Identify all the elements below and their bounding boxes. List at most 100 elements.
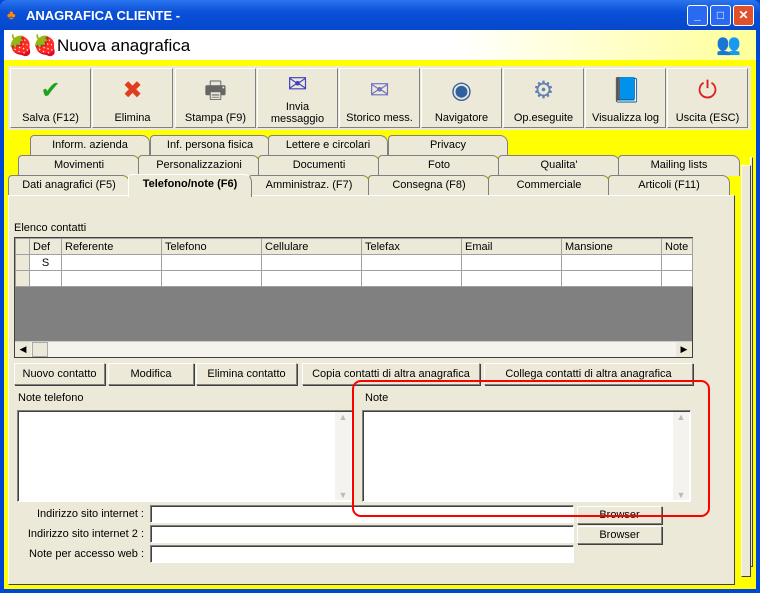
- toolbar-button-label: Op.eseguite: [513, 112, 574, 124]
- table-cell[interactable]: [561, 254, 662, 271]
- toolbar-button-label: Navigatore: [434, 112, 489, 124]
- table-row[interactable]: S: [15, 254, 693, 271]
- tab-personalizzazioni[interactable]: Personalizzazioni: [138, 155, 260, 176]
- table-cell[interactable]: [361, 254, 462, 271]
- toolbar-button-7[interactable]: 📘 Visualizza log: [585, 68, 666, 128]
- browser-button-2[interactable]: Browser: [577, 526, 662, 544]
- column-header[interactable]: Def: [29, 238, 62, 255]
- toolbar-button-label: Salva (F12): [22, 112, 79, 124]
- page-title: Nuova anagrafica: [57, 36, 191, 55]
- delete-contact-button[interactable]: Elimina contatto: [196, 363, 297, 385]
- toolbar-button-4[interactable]: ✉ Storico mess.: [339, 68, 420, 128]
- printer-icon: 🖶: [204, 77, 227, 104]
- toolbar-button-3[interactable]: ✉ Invia messaggio: [257, 68, 338, 128]
- column-header[interactable]: Telefax: [361, 238, 462, 255]
- column-header[interactable]: Email: [461, 238, 562, 255]
- table-cell[interactable]: [261, 270, 362, 287]
- table-cell[interactable]: [29, 270, 62, 287]
- toolbar-button-8[interactable]: ⏻ Uscita (ESC): [667, 68, 748, 128]
- tab-telefono-note-f6[interactable]: Telefono/note (F6): [128, 174, 252, 197]
- close-button[interactable]: ✕: [733, 5, 754, 26]
- table-cell[interactable]: [15, 270, 30, 287]
- website2-input[interactable]: [150, 525, 574, 543]
- toolbar-button-label: Uscita (ESC): [675, 112, 740, 124]
- table-cell[interactable]: [261, 254, 362, 271]
- toolbar-button-label: Invia messaggio: [270, 101, 325, 125]
- website-label: Indirizzo sito internet :: [37, 508, 144, 520]
- tab-privacy[interactable]: Privacy: [388, 135, 508, 156]
- table-row-new[interactable]: [15, 270, 693, 287]
- tab-documenti[interactable]: Documenti: [258, 155, 380, 176]
- toolbar-button-label: Visualizza log: [591, 112, 660, 124]
- toolbar-button-label: Stampa (F9): [184, 112, 247, 124]
- tab-amministraz-f7[interactable]: Amministraz. (F7): [248, 175, 370, 196]
- new-contact-button[interactable]: Nuovo contatto: [14, 363, 105, 385]
- table-cell[interactable]: [61, 254, 162, 271]
- toolbar-button-label: Storico mess.: [346, 112, 413, 124]
- strawberry-logo-icon: 🍓🍓: [8, 35, 58, 57]
- page-stack: [741, 165, 751, 577]
- app-icon: ♣: [7, 7, 16, 22]
- column-header[interactable]: Cellulare: [261, 238, 362, 255]
- column-header[interactable]: Mansione: [561, 238, 662, 255]
- horizontal-scrollbar[interactable]: ◀ ▶: [15, 341, 692, 357]
- envelope-search-icon: ✉: [369, 77, 390, 104]
- table-cell[interactable]: S: [29, 254, 62, 271]
- minimize-button[interactable]: _: [687, 5, 708, 26]
- web-access-notes-label: Note per accesso web :: [29, 548, 144, 560]
- table-cell[interactable]: [561, 270, 662, 287]
- phone-notes-label: Note telefono: [18, 392, 84, 404]
- row-indicator-header: [15, 238, 30, 255]
- tab-qualita[interactable]: Qualita': [498, 155, 620, 176]
- toolbar-button-0[interactable]: ✔ Salva (F12): [10, 68, 91, 128]
- tab-foto[interactable]: Foto: [378, 155, 500, 176]
- power-icon: ⏻: [698, 77, 717, 104]
- column-header[interactable]: Referente: [61, 238, 162, 255]
- table-cell[interactable]: [461, 254, 562, 271]
- maximize-button[interactable]: □: [710, 5, 731, 26]
- contacts-grid[interactable]: Def Referente Telefono Cellulare Telefax Emai…: [14, 237, 693, 358]
- toolbar-button-6[interactable]: ⚙ Op.eseguite: [503, 68, 584, 128]
- website2-label: Indirizzo sito internet 2 :: [27, 528, 144, 540]
- table-cell[interactable]: [361, 270, 462, 287]
- highlight-annotation: [352, 380, 710, 517]
- scroll-right-icon[interactable]: ▶: [676, 342, 692, 357]
- tab-inf-persona-fisica[interactable]: Inf. persona fisica: [150, 135, 270, 156]
- book-search-icon: 📘: [611, 77, 642, 104]
- column-header[interactable]: Note: [661, 238, 693, 255]
- tab-mailing-lists[interactable]: Mailing lists: [618, 155, 740, 176]
- window-title: ANAGRAFICA CLIENTE -: [26, 8, 181, 23]
- column-header[interactable]: Telefono: [161, 238, 262, 255]
- check-icon: ✔: [40, 77, 61, 104]
- toolbar-button-2[interactable]: 🖶 Stampa (F9): [175, 68, 256, 128]
- x-icon: ✖: [122, 77, 143, 104]
- grid-header-row: Def Referente Telefono Cellulare Telefax Emai…: [15, 238, 693, 255]
- toolbar-button-label: Elimina: [114, 112, 151, 124]
- table-cell[interactable]: [461, 270, 562, 287]
- tab-movimenti[interactable]: Movimenti: [18, 155, 140, 176]
- scroll-left-icon[interactable]: ◀: [15, 342, 31, 357]
- web-access-notes-input[interactable]: [150, 545, 574, 563]
- table-cell[interactable]: [661, 270, 693, 287]
- phone-notes-textarea[interactable]: ▲ ▼: [17, 410, 353, 502]
- contacts-label: Elenco contatti: [14, 222, 87, 234]
- toolbar-button-1[interactable]: ✖ Elimina: [92, 68, 173, 128]
- toolbar-button-5[interactable]: ◉ Navigatore: [421, 68, 502, 128]
- tab-lettere-e-circolari[interactable]: Lettere e circolari: [268, 135, 388, 156]
- table-cell[interactable]: [161, 254, 262, 271]
- vertical-scrollbar[interactable]: ▲ ▼: [335, 412, 351, 500]
- scroll-thumb[interactable]: [32, 342, 48, 357]
- table-cell[interactable]: [161, 270, 262, 287]
- compass-icon: ◉: [451, 77, 472, 104]
- table-cell[interactable]: [61, 270, 162, 287]
- users-icon: 👥: [716, 34, 741, 56]
- tab-dati-anagrafici-f5[interactable]: Dati anagrafici (F5): [8, 175, 130, 196]
- tab-consegna-f8[interactable]: Consegna (F8): [368, 175, 490, 196]
- table-cell[interactable]: [661, 254, 693, 271]
- tab-commerciale[interactable]: Commerciale: [488, 175, 610, 196]
- tab-articoli-f11[interactable]: Articoli (F11): [608, 175, 730, 196]
- tab-inform-azienda[interactable]: Inform. azienda: [30, 135, 150, 156]
- edit-contact-button[interactable]: Modifica: [108, 363, 194, 385]
- envelope-pen-icon: ✉: [287, 71, 308, 98]
- gears-icon: ⚙: [532, 77, 555, 104]
